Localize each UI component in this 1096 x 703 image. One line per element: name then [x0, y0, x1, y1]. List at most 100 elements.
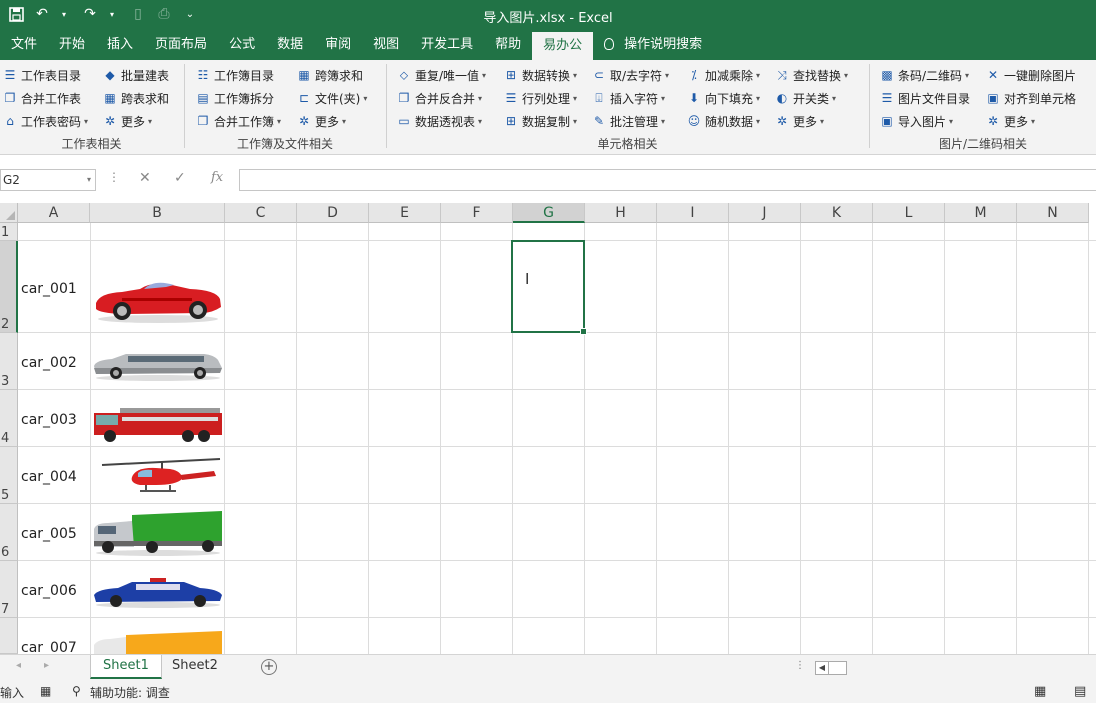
row-header-6[interactable]: 6 [0, 504, 18, 561]
add-sheet-icon[interactable]: + [261, 659, 277, 675]
row-header-3[interactable]: 3 [0, 333, 18, 390]
more-pictures-button[interactable]: ✲ 更多 ▾ [986, 111, 1035, 131]
sheet-tab-sheet2[interactable]: Sheet2 [160, 655, 230, 679]
blue-police-car-image[interactable] [92, 577, 224, 609]
column-header-l[interactable]: L [873, 203, 945, 223]
confirm-entry-icon[interactable]: ✓ [174, 170, 186, 186]
cell-a5[interactable]: car_004 [21, 469, 77, 485]
horizontal-scrollbar[interactable]: ◀ [815, 661, 847, 675]
cancel-entry-icon[interactable]: ✕ [139, 170, 151, 186]
column-header-i[interactable]: I [657, 203, 729, 223]
delete-all-pictures-button[interactable]: ✕ 一键删除图片 [986, 65, 1076, 85]
name-box[interactable]: G2 ▾ [0, 169, 96, 191]
arithmetic-button[interactable]: ⁒ 加减乘除 ▾ [687, 65, 760, 85]
file-folder-button[interactable]: ⊏ 文件(夹) ▾ [297, 88, 367, 108]
tab-data[interactable]: 数据 [266, 30, 314, 60]
import-pictures-button[interactable]: ▣ 导入图片 ▾ [880, 111, 953, 131]
tab-home[interactable]: 开始 [48, 30, 96, 60]
merge-unmerge-button[interactable]: ❐ 合并反合并 ▾ [397, 88, 482, 108]
align-to-cell-button[interactable]: ▣ 对齐到单元格 [986, 88, 1076, 108]
normal-view-icon[interactable]: ▦ [1034, 684, 1046, 699]
scroll-left-icon[interactable]: ◀ [816, 662, 829, 674]
random-data-button[interactable]: ☺ 随机数据 ▾ [687, 111, 760, 131]
orange-truck-image[interactable] [92, 631, 224, 654]
column-header-a[interactable]: A [18, 203, 90, 223]
column-header-j[interactable]: J [729, 203, 801, 223]
cell-a4[interactable]: car_003 [21, 412, 77, 428]
row-header-5[interactable]: 5 [0, 447, 18, 504]
worksheet-password-button[interactable]: ⌂ 工作表密码 ▾ [3, 111, 88, 131]
comment-manage-button[interactable]: ✎ 批注管理 ▾ [592, 111, 665, 131]
column-header-k[interactable]: K [801, 203, 873, 223]
cell-a2[interactable]: car_001 [21, 281, 77, 297]
tab-formulas[interactable]: 公式 [218, 30, 266, 60]
worksheet-directory-button[interactable]: ☰ 工作表目录 [3, 65, 81, 85]
split-workbook-button[interactable]: ▤ 工作簿拆分 [196, 88, 274, 108]
tab-yibangong[interactable]: 易办公 [532, 32, 594, 60]
column-header-m[interactable]: M [945, 203, 1017, 223]
switches-button[interactable]: ◐ 开关类 ▾ [775, 88, 836, 108]
accessibility-status[interactable]: 辅助功能: 调查 [90, 684, 170, 701]
barcode-qrcode-button[interactable]: ▩ 条码/二维码 ▾ [880, 65, 969, 85]
tab-view[interactable]: 视图 [362, 30, 410, 60]
red-fire-truck-image[interactable] [92, 405, 224, 443]
row-header-7[interactable]: 7 [0, 561, 18, 618]
column-header-n[interactable]: N [1017, 203, 1089, 223]
tab-developer[interactable]: 开发工具 [410, 30, 484, 60]
more-workbook-button[interactable]: ✲ 更多 ▾ [297, 111, 346, 131]
column-header-f[interactable]: F [441, 203, 513, 223]
more-worksheet-button[interactable]: ✲ 更多 ▾ [103, 111, 152, 131]
tab-page-layout[interactable]: 页面布局 [144, 30, 218, 60]
macro-record-icon[interactable]: ▦ [40, 684, 51, 698]
red-helicopter-image[interactable] [96, 455, 224, 497]
column-header-c[interactable]: C [225, 203, 297, 223]
pivot-table-button[interactable]: ▭ 数据透视表 ▾ [397, 111, 482, 131]
tab-insert[interactable]: 插入 [96, 30, 144, 60]
duplicate-unique-button[interactable]: ⬦ 重复/唯一值 ▾ [397, 65, 486, 85]
merge-worksheets-button[interactable]: ❐ 合并工作表 [3, 88, 81, 108]
select-all-button[interactable] [0, 203, 18, 223]
cell-a3[interactable]: car_002 [21, 355, 77, 371]
active-cell-g2[interactable] [511, 240, 587, 335]
cross-workbook-sum-button[interactable]: ▦ 跨簿求和 [297, 65, 363, 85]
workbook-directory-button[interactable]: ☷ 工作簿目录 [196, 65, 274, 85]
more-cells-button[interactable]: ✲ 更多 ▾ [775, 111, 824, 131]
cell-a6[interactable]: car_005 [21, 526, 77, 542]
accessibility-icon[interactable]: ⚲ [72, 684, 81, 698]
batch-create-sheets-button[interactable]: ◆ 批量建表 [103, 65, 169, 85]
column-header-h[interactable]: H [585, 203, 657, 223]
data-copy-button[interactable]: ⊞ 数据复制 ▾ [504, 111, 577, 131]
row-header-4[interactable]: 4 [0, 390, 18, 447]
row-header-1[interactable]: 1 [0, 223, 18, 241]
fill-down-button[interactable]: ⬇ 向下填充 ▾ [687, 88, 760, 108]
green-box-truck-image[interactable] [92, 509, 224, 557]
insert-function-icon[interactable]: fx [211, 170, 223, 185]
picture-file-directory-button[interactable]: ☰ 图片文件目录 [880, 88, 970, 108]
red-convertible-image[interactable] [92, 273, 224, 325]
find-replace-button[interactable]: ⤨ 查找替换 ▾ [775, 65, 848, 85]
data-convert-button[interactable]: ⊞ 数据转换 ▾ [504, 65, 577, 85]
row-header-8[interactable] [0, 618, 18, 654]
silver-limousine-image[interactable] [92, 348, 224, 382]
tab-help[interactable]: 帮助 [484, 30, 532, 60]
tab-review[interactable]: 审阅 [314, 30, 362, 60]
column-header-e[interactable]: E [369, 203, 441, 223]
worksheet-grid[interactable]: A B C D E F G H I J K L M N 1 2 3 4 5 6 … [0, 203, 1096, 654]
column-header-b[interactable]: B [90, 203, 225, 223]
column-header-d[interactable]: D [297, 203, 369, 223]
cell-a8[interactable]: car_007 [21, 640, 77, 654]
scroll-split-icon[interactable]: ⋮ [795, 660, 805, 671]
cross-sheet-sum-button[interactable]: ▦ 跨表求和 [103, 88, 169, 108]
sheet-tab-sheet1[interactable]: Sheet1 [90, 655, 162, 679]
extract-remove-chars-button[interactable]: ⊂ 取/去字符 ▾ [592, 65, 669, 85]
next-sheet-icon[interactable]: ▸ [44, 660, 49, 671]
tab-file[interactable]: 文件 [0, 30, 48, 60]
cell-a7[interactable]: car_006 [21, 583, 77, 599]
more-options-icon[interactable]: ⋮ [108, 170, 120, 184]
prev-sheet-icon[interactable]: ◂ [16, 660, 21, 671]
chevron-down-icon[interactable]: ▾ [87, 170, 91, 190]
tell-me-search[interactable]: 操作说明搜索 [593, 30, 713, 60]
insert-chars-button[interactable]: ⍗ 插入字符 ▾ [592, 88, 665, 108]
column-header-g[interactable]: G [513, 203, 585, 223]
merge-workbooks-button[interactable]: ❐ 合并工作簿 ▾ [196, 111, 281, 131]
